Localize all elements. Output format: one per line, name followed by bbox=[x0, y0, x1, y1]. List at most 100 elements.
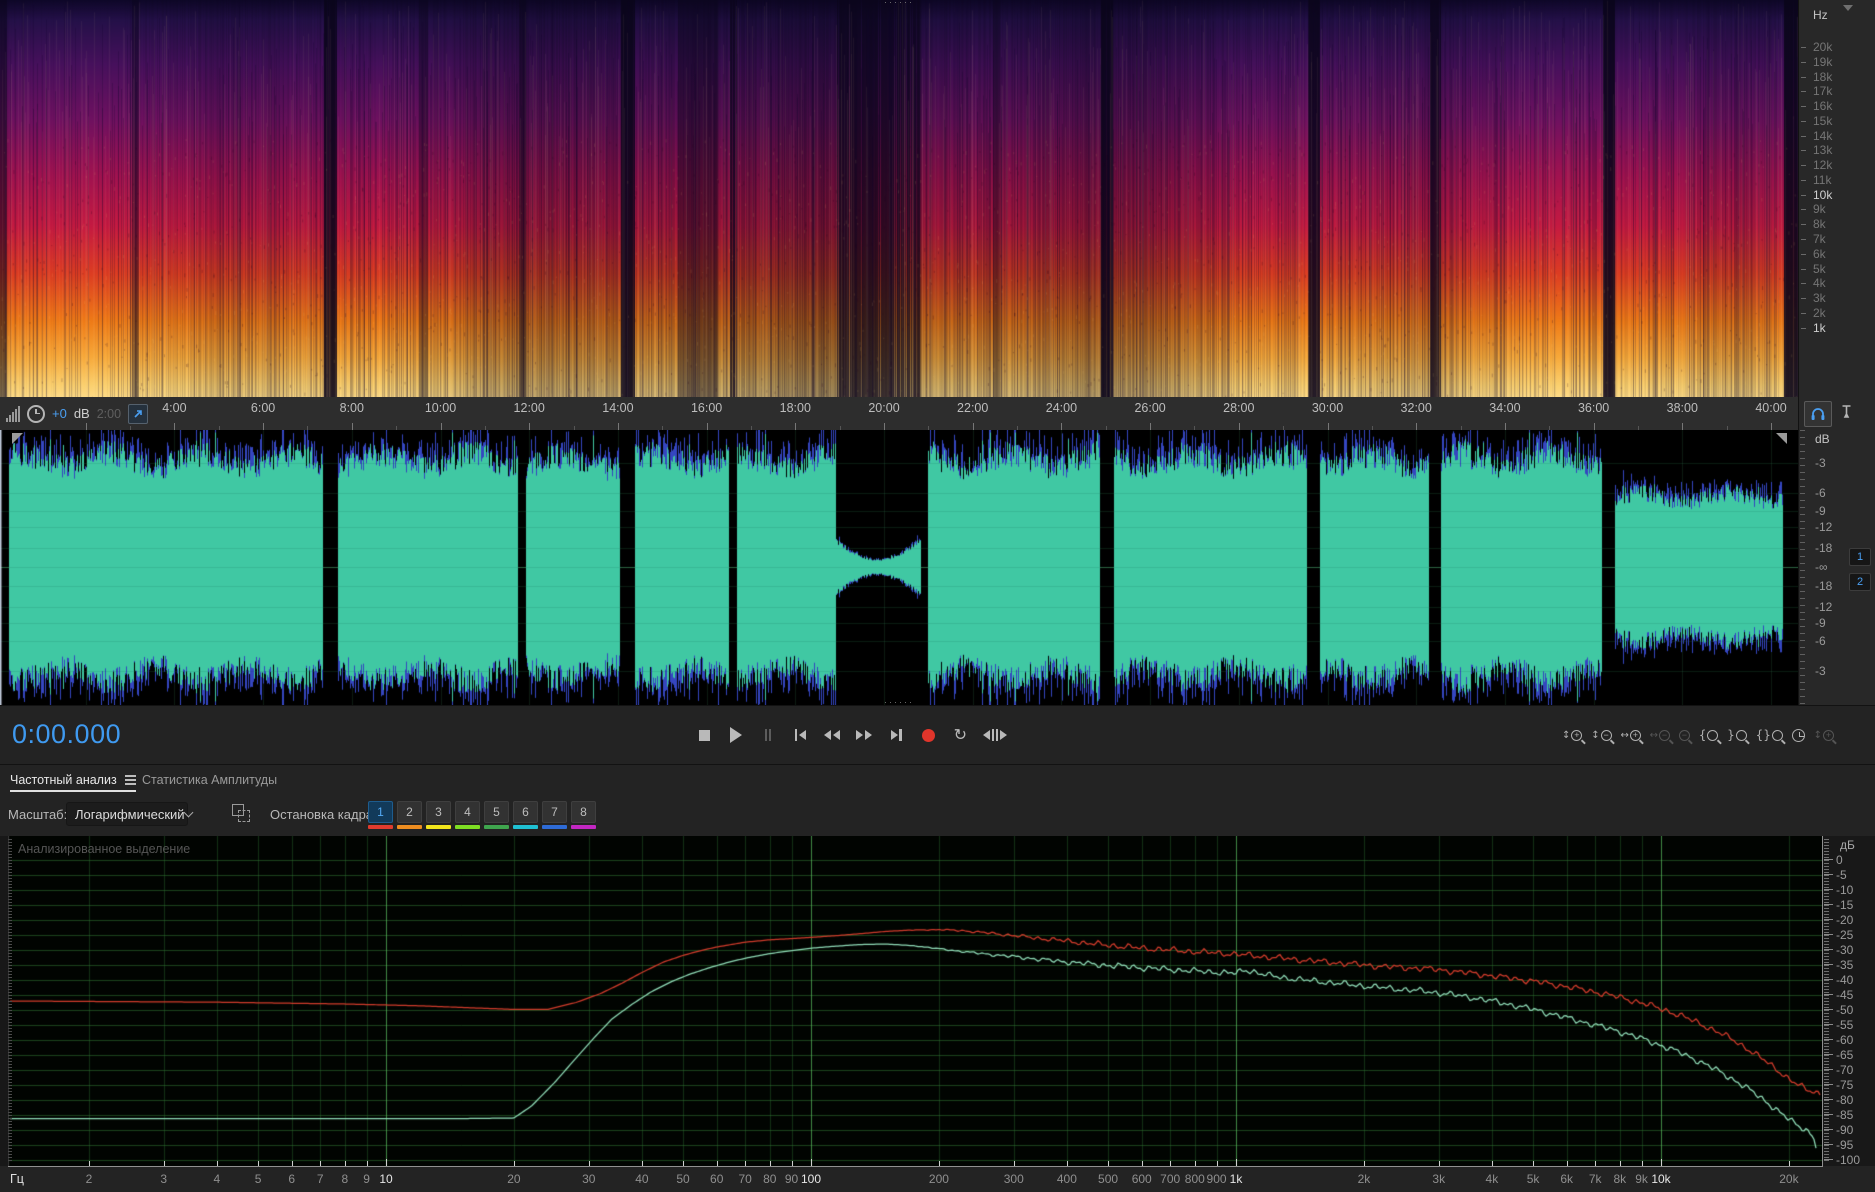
zoom-full-button[interactable]: − bbox=[1678, 724, 1690, 746]
ruler-time-label: 28:00 bbox=[1223, 401, 1255, 415]
zoom-out-amplitude-button[interactable]: ↕ − bbox=[1591, 724, 1612, 746]
freq-axis-tick bbox=[88, 1161, 90, 1166]
timer-record-button[interactable] bbox=[1791, 724, 1805, 746]
zoom-to-selection-button[interactable]: {} bbox=[1756, 724, 1783, 746]
plot-db-label: -95 bbox=[1836, 1138, 1854, 1152]
ruler-time-label: 40:00 bbox=[1755, 401, 1787, 415]
freq-axis-tick bbox=[320, 1161, 322, 1166]
ruler-time-label: 12:00 bbox=[513, 401, 545, 415]
amplitude-scale[interactable]: dB -3 -6 -9 -12 -18 -∞ -18 -12 -9 -6 -3 1 2 bbox=[1798, 430, 1875, 705]
freq-axis-tick bbox=[1619, 1161, 1621, 1166]
scale-label: Масштаб: bbox=[8, 807, 68, 822]
freq-axis-tick bbox=[344, 1161, 346, 1166]
panel-drag-handle[interactable]: ······ bbox=[0, 0, 1798, 7]
rewind-button[interactable] bbox=[823, 725, 841, 745]
spectrogram-canvas[interactable] bbox=[0, 0, 1798, 397]
freq-axis-label: 3 bbox=[160, 1172, 168, 1186]
ruler-time-label: 36:00 bbox=[1577, 401, 1610, 415]
go-to-end-button[interactable] bbox=[887, 725, 905, 745]
time-display[interactable]: 0:00.000 bbox=[12, 719, 121, 750]
frequency-scale[interactable]: Hz 20k 19k 18k 17k 16k 15k 14k 13k 12k 11k 10k 9k 8k… bbox=[1798, 0, 1875, 397]
monitor-button[interactable] bbox=[1804, 400, 1832, 427]
hz-scale-label: 12k bbox=[1813, 158, 1833, 173]
record-button[interactable] bbox=[919, 725, 937, 745]
scale-menu-arrow-icon[interactable] bbox=[1843, 5, 1853, 11]
hold-button-2[interactable]: 2 bbox=[397, 801, 422, 829]
fade-handle-left-icon[interactable] bbox=[12, 433, 23, 444]
plot-db-label: 0 bbox=[1836, 853, 1843, 867]
stop-button[interactable] bbox=[695, 725, 713, 745]
hold-button-3[interactable]: 3 bbox=[426, 801, 451, 829]
freq-axis-tick bbox=[1491, 1161, 1493, 1166]
tab-label: Частотный анализ bbox=[10, 773, 117, 787]
play-button[interactable] bbox=[727, 725, 745, 745]
timeline-track[interactable]: 4:00 6:00 8:00 10:00 12:00 14:00 16:00 18:00 20:… bbox=[0, 397, 1798, 430]
hold-button-7[interactable]: 7 bbox=[542, 801, 567, 829]
freq-axis-label: 1k bbox=[1229, 1172, 1243, 1186]
zoom-to-out-point-button[interactable]: } bbox=[1727, 724, 1747, 746]
hold-color-bar bbox=[368, 825, 393, 829]
fast-forward-button[interactable] bbox=[855, 725, 873, 745]
hold-button-8[interactable]: 8 bbox=[571, 801, 596, 829]
pin-icon[interactable] bbox=[1840, 404, 1853, 424]
frequency-axis-unit: Гц bbox=[10, 1172, 24, 1186]
headphones-icon bbox=[1811, 408, 1825, 420]
hz-scale-tick bbox=[1801, 209, 1806, 211]
panel-menu-icon[interactable] bbox=[124, 779, 136, 781]
waveform-canvas[interactable] bbox=[0, 430, 1798, 705]
plot-db-label: -100 bbox=[1836, 1153, 1861, 1167]
db-scale-label: -12 bbox=[1815, 520, 1833, 534]
zoom-in-time-button[interactable]: ↔ + bbox=[1620, 724, 1641, 746]
channel-toggle-2[interactable]: 2 bbox=[1849, 573, 1871, 591]
tab-frequency-analysis[interactable]: Частотный анализ bbox=[10, 765, 136, 795]
copy-snapshot-button[interactable] bbox=[232, 804, 250, 822]
ruler-time-label: 26:00 bbox=[1134, 401, 1166, 415]
hold-button-label: 5 bbox=[484, 801, 509, 823]
freq-axis-tick bbox=[1566, 1161, 1568, 1166]
hold-color-bar bbox=[513, 825, 538, 829]
hold-color-bar bbox=[426, 825, 451, 829]
fade-handle-right-icon[interactable] bbox=[1776, 433, 1787, 444]
hz-scale-label: 19k bbox=[1813, 54, 1833, 69]
zoom-out-time-button[interactable]: ↔ − bbox=[1650, 724, 1671, 746]
ruler-time-label: 18:00 bbox=[779, 401, 811, 415]
zoom-vertical-button[interactable]: ↕ + bbox=[1814, 724, 1834, 746]
zoom-in-amplitude-button[interactable]: ↕ + bbox=[1562, 724, 1583, 746]
ruler-major-tick bbox=[972, 423, 974, 430]
go-to-start-button[interactable] bbox=[791, 725, 809, 745]
plot-db-label: -30 bbox=[1836, 943, 1854, 957]
hold-button-1[interactable]: 1 bbox=[368, 801, 393, 829]
hold-button-label: 8 bbox=[571, 801, 596, 823]
hold-button-label: 4 bbox=[455, 801, 480, 823]
audition-window: ······ Hz 20k 19k 18k 17k 16k 15k 14k 13k 12k 11k… bbox=[0, 0, 1875, 1192]
hz-scale-tick bbox=[1801, 76, 1806, 78]
ruler-major-tick bbox=[1593, 423, 1595, 430]
hz-scale-label: 2k bbox=[1813, 305, 1826, 320]
freq-axis-label: 300 bbox=[1003, 1172, 1024, 1186]
hz-scale-tick bbox=[1801, 327, 1806, 329]
scale-dropdown[interactable]: Логарифмический bbox=[66, 802, 194, 826]
ruler-major-tick bbox=[85, 423, 87, 430]
hz-scale-tick bbox=[1801, 224, 1806, 226]
hold-button-5[interactable]: 5 bbox=[484, 801, 509, 829]
ruler-time-label: 22:00 bbox=[957, 401, 989, 415]
plot-db-label: -55 bbox=[1836, 1018, 1854, 1032]
hz-scale-tick bbox=[1801, 268, 1806, 270]
timeline-ruler[interactable]: +0 dB 2:00 4:00 6:00 8:00 10:00 12:00 14:00 16… bbox=[0, 397, 1875, 431]
hold-button-4[interactable]: 4 bbox=[455, 801, 480, 829]
frequency-plot-canvas[interactable] bbox=[8, 836, 1822, 1166]
ruler-major-tick bbox=[174, 423, 176, 430]
hz-scale-tick bbox=[1801, 253, 1806, 255]
freq-axis-label: 30 bbox=[582, 1172, 596, 1186]
loop-playback-button[interactable]: ↻ bbox=[951, 725, 969, 745]
analyzed-selection-label: Анализированное выделение bbox=[18, 842, 191, 856]
pause-button[interactable] bbox=[759, 725, 777, 745]
zoom-to-in-point-button[interactable]: { bbox=[1699, 724, 1719, 746]
channel-toggle-1[interactable]: 1 bbox=[1849, 548, 1871, 566]
hz-scale-tick bbox=[1801, 106, 1806, 108]
plot-db-label: -5 bbox=[1836, 868, 1847, 882]
hold-button-6[interactable]: 6 bbox=[513, 801, 538, 829]
tab-amplitude-statistics[interactable]: Статистика Амплитуды bbox=[142, 765, 277, 795]
skip-selection-button[interactable] bbox=[983, 725, 1007, 745]
hz-scale-label: 5k bbox=[1813, 261, 1826, 276]
